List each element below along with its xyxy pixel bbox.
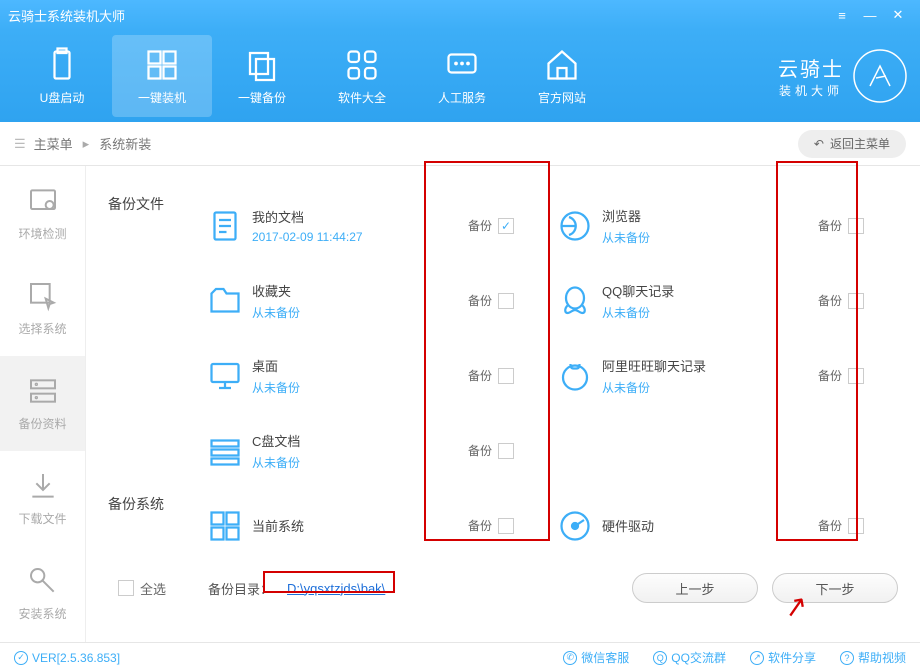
- breadcrumb: ☰ 主菜单 ▸ 系统新装 ↶ 返回主菜单: [0, 122, 920, 166]
- help-link[interactable]: ?帮助视频: [840, 649, 906, 666]
- sidebar-install[interactable]: 安装系统: [0, 546, 85, 641]
- drive-icon: [198, 433, 252, 469]
- sidebar-download[interactable]: 下载文件: [0, 451, 85, 546]
- breadcrumb-root[interactable]: 主菜单: [34, 134, 73, 153]
- wangwang-icon: [548, 358, 602, 394]
- folder-icon: [198, 283, 252, 319]
- next-button[interactable]: 下一步: [772, 573, 898, 603]
- statusbar: ✓VER[2.5.36.853] ✆微信客服 QQQ交流群 ↗软件分享 ?帮助视…: [0, 642, 920, 672]
- item-name: 硬件驱动: [602, 516, 818, 535]
- document-icon: [198, 208, 252, 244]
- backup-checkbox[interactable]: 备份: [468, 292, 548, 309]
- titlebar: 云骑士系统装机大师 ≡ — ✕: [0, 0, 920, 30]
- backup-checkbox[interactable]: 备份: [818, 292, 898, 309]
- sidebar-select[interactable]: 选择系统: [0, 261, 85, 356]
- menu-icon[interactable]: ≡: [828, 1, 856, 29]
- nav-backup[interactable]: 一键备份: [212, 35, 312, 117]
- sidebar: 环境检测 选择系统 备份资料 下载文件 安装系统: [0, 166, 86, 642]
- qq-link[interactable]: QQQ交流群: [653, 649, 726, 666]
- item-sub: 从未备份: [252, 304, 468, 321]
- backup-checkbox[interactable]: 备份: [818, 517, 898, 534]
- backup-checkbox[interactable]: 备份✓: [468, 217, 548, 234]
- nav-service[interactable]: 人工服务: [412, 35, 512, 117]
- qq-icon: [548, 283, 602, 319]
- item-name: 浏览器: [602, 206, 818, 225]
- item-name: 当前系统: [252, 516, 468, 535]
- item-name: 收藏夹: [252, 281, 468, 300]
- backup-checkbox[interactable]: 备份: [468, 367, 548, 384]
- item-name: C盘文档: [252, 431, 468, 450]
- breadcrumb-current: 系统新装: [99, 134, 151, 153]
- browser-icon: [548, 208, 602, 244]
- item-sub: 2017-02-09 11:44:27: [252, 230, 468, 244]
- item-sub: 从未备份: [252, 454, 468, 471]
- nav-usb[interactable]: U盘启动: [12, 35, 112, 117]
- item-sub: 从未备份: [602, 379, 818, 396]
- backup-checkbox[interactable]: 备份: [468, 517, 548, 534]
- desktop-icon: [198, 358, 252, 394]
- item-name: 我的文档: [252, 207, 468, 226]
- backup-dir-label: 备份目录：: [208, 579, 273, 598]
- main-panel: 备份文件 备份系统 我的文档 2017-02-09 11:44:27 备份✓ 浏览…: [86, 166, 920, 642]
- harddisk-icon: [548, 508, 602, 544]
- wechat-link[interactable]: ✆微信客服: [563, 649, 629, 666]
- backup-checkbox[interactable]: 备份: [468, 442, 548, 459]
- backup-checkbox[interactable]: 备份: [818, 217, 898, 234]
- sidebar-backup[interactable]: 备份资料: [0, 356, 85, 451]
- prev-button[interactable]: 上一步: [632, 573, 758, 603]
- chevron-right-icon: ▸: [83, 136, 90, 152]
- header: U盘启动 一键装机 一键备份 软件大全 人工服务 官方网站 云骑士 装机大师: [0, 30, 920, 122]
- back-button[interactable]: ↶ 返回主菜单: [798, 130, 906, 158]
- share-link[interactable]: ↗软件分享: [750, 649, 816, 666]
- sidebar-env[interactable]: 环境检测: [0, 166, 85, 261]
- windows-icon: [198, 508, 252, 544]
- nav-website[interactable]: 官方网站: [512, 35, 612, 117]
- item-name: QQ聊天记录: [602, 281, 818, 300]
- item-name: 阿里旺旺聊天记录: [602, 356, 818, 375]
- minimize-icon[interactable]: —: [856, 1, 884, 29]
- nav-install[interactable]: 一键装机: [112, 35, 212, 117]
- section-files-label: 备份文件: [108, 194, 164, 214]
- backup-dir-link[interactable]: D:\yqsxtzjds\bak\: [287, 581, 385, 596]
- item-sub: 从未备份: [602, 304, 818, 321]
- undo-icon: ↶: [814, 137, 824, 151]
- nav-software[interactable]: 软件大全: [312, 35, 412, 117]
- item-name: 桌面: [252, 356, 468, 375]
- select-all-checkbox[interactable]: 全选: [118, 579, 166, 598]
- section-system-label: 备份系统: [108, 494, 164, 514]
- list-icon: ☰: [14, 136, 26, 152]
- backup-checkbox[interactable]: 备份: [818, 367, 898, 384]
- item-sub: 从未备份: [602, 229, 818, 246]
- close-icon[interactable]: ✕: [884, 1, 912, 29]
- app-title: 云骑士系统装机大师: [8, 6, 125, 25]
- item-sub: 从未备份: [252, 379, 468, 396]
- brand-logo: 云骑士 装机大师: [778, 48, 908, 104]
- version-link[interactable]: ✓VER[2.5.36.853]: [14, 651, 120, 665]
